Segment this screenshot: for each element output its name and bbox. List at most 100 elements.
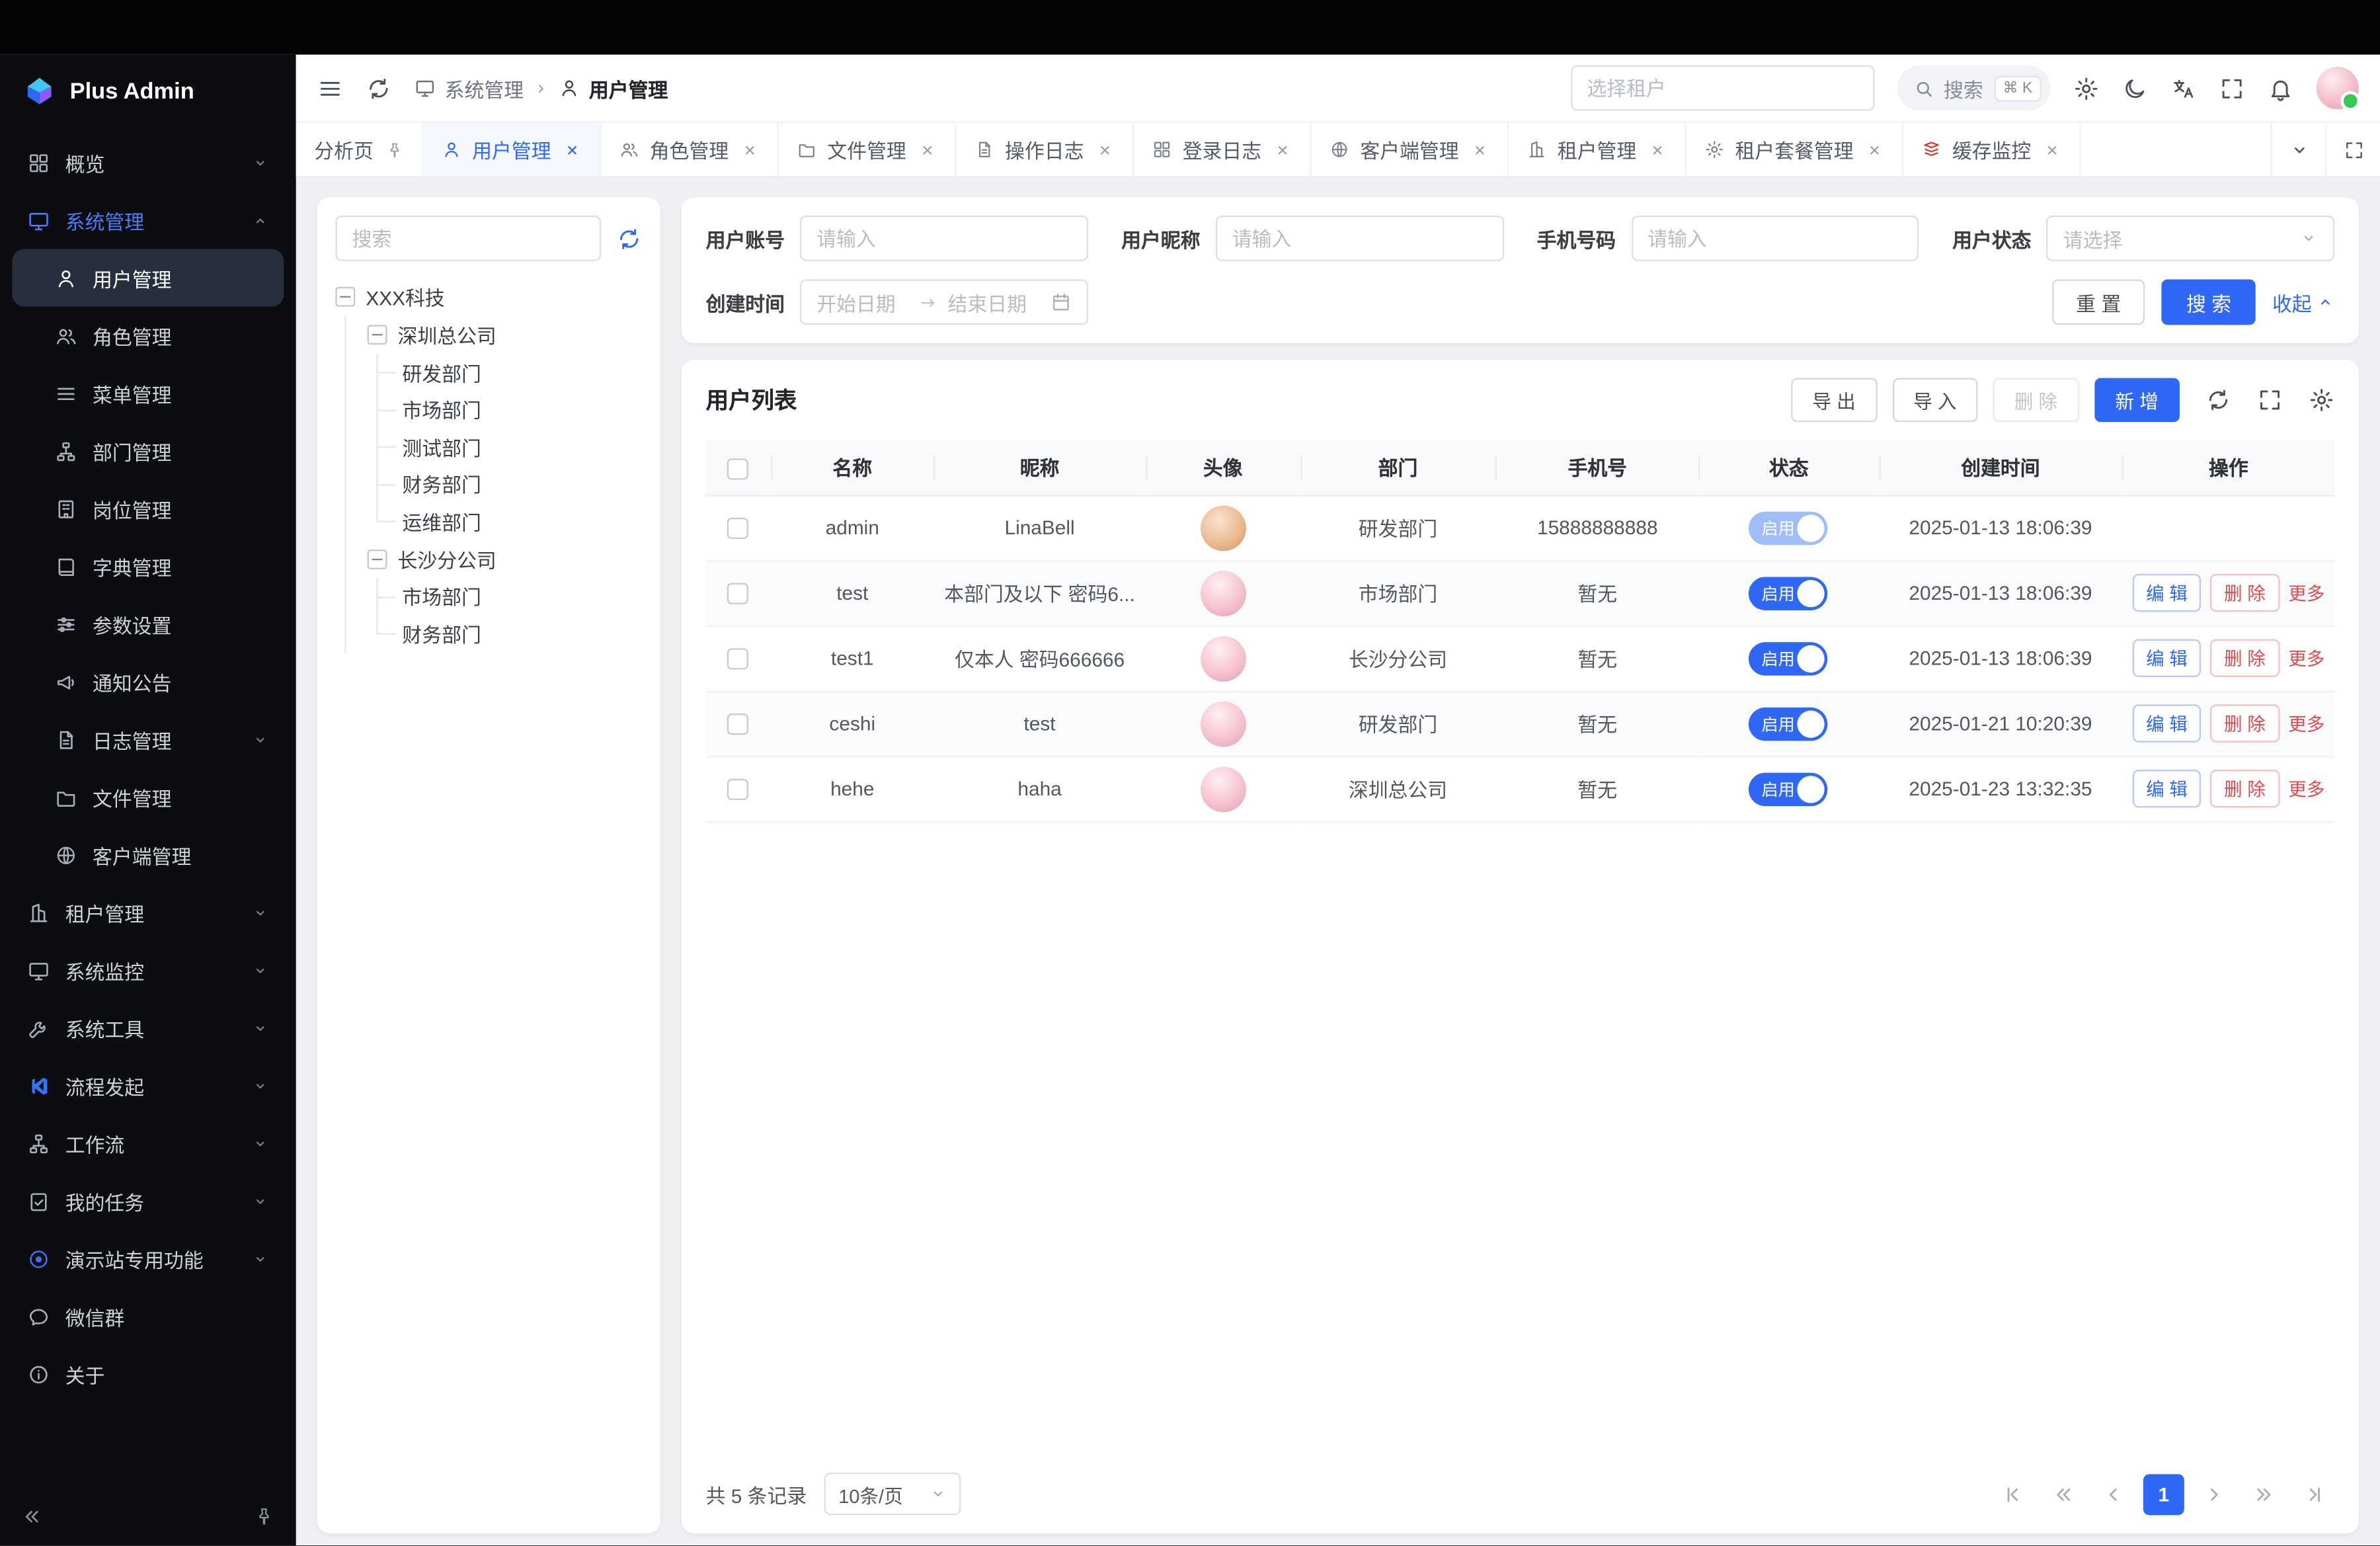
collapse-box-icon[interactable] — [368, 549, 387, 569]
tabs-fullscreen-button[interactable] — [2325, 123, 2380, 176]
delete-row-button[interactable]: 删 除 — [2210, 639, 2279, 677]
close-icon[interactable] — [1273, 140, 1292, 159]
sidebar-item-sys-tools[interactable]: 系统工具 — [12, 999, 284, 1057]
sidebar-item-demo-features[interactable]: 演示站专用功能 — [12, 1230, 284, 1287]
global-search[interactable]: 搜索 ⌘ K — [1897, 65, 2051, 111]
phone-input[interactable] — [1631, 216, 1919, 261]
close-icon[interactable] — [563, 140, 582, 159]
tree-leaf[interactable]: 市场部门 — [402, 578, 642, 615]
row-checkbox[interactable] — [728, 714, 749, 735]
tree-leaf[interactable]: 研发部门 — [402, 354, 642, 391]
prev-group-button[interactable] — [2043, 1473, 2084, 1514]
edit-button[interactable]: 编 辑 — [2132, 770, 2201, 807]
tree-leaf[interactable]: 测试部门 — [402, 428, 642, 465]
close-icon[interactable] — [1649, 140, 1667, 159]
sidebar-item-log-mgmt[interactable]: 日志管理 — [12, 710, 284, 768]
row-checkbox[interactable] — [728, 518, 749, 540]
row-checkbox[interactable] — [728, 583, 749, 604]
delete-row-button[interactable]: 删 除 — [2210, 770, 2279, 807]
sidebar-item-system-mgmt[interactable]: 系统管理 — [12, 191, 284, 249]
bell-icon[interactable] — [2268, 75, 2293, 101]
select-all-checkbox[interactable] — [728, 458, 749, 479]
sidebar-item-user-mgmt[interactable]: 用户管理 — [12, 249, 284, 307]
close-icon[interactable] — [1471, 140, 1489, 159]
sidebar-item-sys-monitor[interactable]: 系统监控 — [12, 941, 284, 998]
date-range-input[interactable]: 开始日期 结束日期 — [800, 279, 1088, 325]
row-checkbox[interactable] — [728, 649, 749, 670]
table-row[interactable]: admin LinaBell 研发部门 15888888888 启用 2025-… — [706, 495, 2335, 560]
status-toggle[interactable]: 启用 — [1749, 772, 1828, 805]
page-number[interactable]: 1 — [2143, 1473, 2184, 1514]
sidebar-item-workflow[interactable]: 工作流 — [12, 1114, 284, 1172]
close-icon[interactable] — [2043, 140, 2062, 159]
breadcrumb-item[interactable]: 系统管理 — [445, 73, 524, 102]
tab-role-mgmt[interactable]: 角色管理 — [601, 123, 779, 176]
sidebar-item-dict-mgmt[interactable]: 字典管理 — [12, 538, 284, 595]
import-button[interactable]: 导 入 — [1892, 378, 1978, 423]
hamburger-icon[interactable] — [317, 75, 343, 101]
tab-op-log[interactable]: 操作日志 — [957, 123, 1134, 176]
more-link[interactable]: 更多 — [2288, 648, 2324, 669]
account-input[interactable] — [800, 216, 1088, 261]
first-page-button[interactable] — [1993, 1473, 2034, 1514]
table-row[interactable]: test 本部门及以下 密码6... 市场部门 暂无 启用 2025-01-13… — [706, 560, 2335, 626]
language-icon[interactable] — [2170, 75, 2196, 101]
column-settings-icon[interactable] — [2309, 387, 2334, 413]
sidebar-item-post-mgmt[interactable]: 岗位管理 — [12, 480, 284, 538]
table-row[interactable]: ceshi test 研发部门 暂无 启用 2025-01-21 10:20:3… — [706, 691, 2335, 756]
tab-tenant-package-mgmt[interactable]: 租户套餐管理 — [1686, 123, 1903, 176]
more-link[interactable]: 更多 — [2288, 779, 2324, 800]
more-link[interactable]: 更多 — [2288, 583, 2324, 604]
sidebar-item-client-mgmt[interactable]: 客户端管理 — [12, 826, 284, 883]
collapse-sidebar-icon[interactable] — [21, 1506, 42, 1527]
edit-button[interactable]: 编 辑 — [2132, 574, 2201, 612]
pin-sidebar-icon[interactable] — [253, 1506, 274, 1527]
status-toggle[interactable]: 启用 — [1749, 707, 1828, 741]
last-page-button[interactable] — [2293, 1473, 2334, 1514]
close-icon[interactable] — [741, 140, 760, 159]
tab-file-mgmt[interactable]: 文件管理 — [779, 123, 957, 176]
table-row[interactable]: test1 仅本人 密码666666 长沙分公司 暂无 启用 2025-01-1… — [706, 626, 2335, 691]
tree-search-input[interactable] — [335, 216, 601, 261]
tree-leaf[interactable]: 市场部门 — [402, 391, 642, 428]
dark-mode-icon[interactable] — [2122, 75, 2148, 101]
tab-user-mgmt[interactable]: 用户管理 — [424, 123, 602, 176]
export-button[interactable]: 导 出 — [1791, 378, 1877, 423]
status-toggle[interactable]: 启用 — [1749, 576, 1828, 610]
tab-client-mgmt[interactable]: 客户端管理 — [1312, 123, 1509, 176]
tenant-select[interactable] — [1570, 65, 1874, 111]
tree-leaf[interactable]: 财务部门 — [402, 615, 642, 652]
search-button[interactable]: 搜 索 — [2162, 279, 2255, 325]
close-icon[interactable] — [1096, 140, 1115, 159]
collapse-box-icon[interactable] — [368, 325, 387, 345]
next-page-button[interactable] — [2194, 1473, 2235, 1514]
delete-row-button[interactable]: 删 除 — [2210, 704, 2279, 742]
sidebar-item-param-settings[interactable]: 参数设置 — [12, 595, 284, 653]
tab-tenant-mgmt[interactable]: 租户管理 — [1509, 123, 1686, 176]
refresh-icon[interactable] — [366, 75, 391, 101]
sidebar-item-file-mgmt[interactable]: 文件管理 — [12, 768, 284, 826]
collapse-box-icon[interactable] — [335, 287, 355, 307]
collapse-filters-link[interactable]: 收起 — [2272, 288, 2334, 317]
tab-login-log[interactable]: 登录日志 — [1134, 123, 1312, 176]
add-button[interactable]: 新 增 — [2094, 378, 2180, 423]
sidebar-item-my-tasks[interactable]: 我的任务 — [12, 1172, 284, 1229]
nickname-input[interactable] — [1215, 216, 1503, 261]
more-link[interactable]: 更多 — [2288, 713, 2324, 735]
delete-row-button[interactable]: 删 除 — [2210, 574, 2279, 612]
tab-cache-monitor[interactable]: 缓存监控 — [1903, 123, 2081, 176]
sidebar-item-wechat-group[interactable]: 微信群 — [12, 1287, 284, 1345]
tab-analysis[interactable]: 分析页 — [296, 123, 424, 176]
edit-button[interactable]: 编 辑 — [2132, 704, 2201, 742]
fullscreen-table-icon[interactable] — [2257, 387, 2283, 413]
avatar[interactable] — [2317, 67, 2359, 109]
table-row[interactable]: hehe haha 深圳总公司 暂无 启用 2025-01-23 13:32:3… — [706, 756, 2335, 821]
tree-leaf[interactable]: 运维部门 — [402, 503, 642, 540]
refresh-table-icon[interactable] — [2205, 387, 2231, 413]
tree-node-branch[interactable]: 长沙分公司 — [368, 540, 643, 577]
row-checkbox[interactable] — [728, 779, 749, 800]
gear-icon[interactable] — [2073, 75, 2099, 101]
delete-button[interactable]: 删 除 — [1993, 378, 2079, 423]
tabs-dropdown-button[interactable] — [2271, 123, 2326, 176]
tree-refresh-icon[interactable] — [616, 225, 642, 251]
